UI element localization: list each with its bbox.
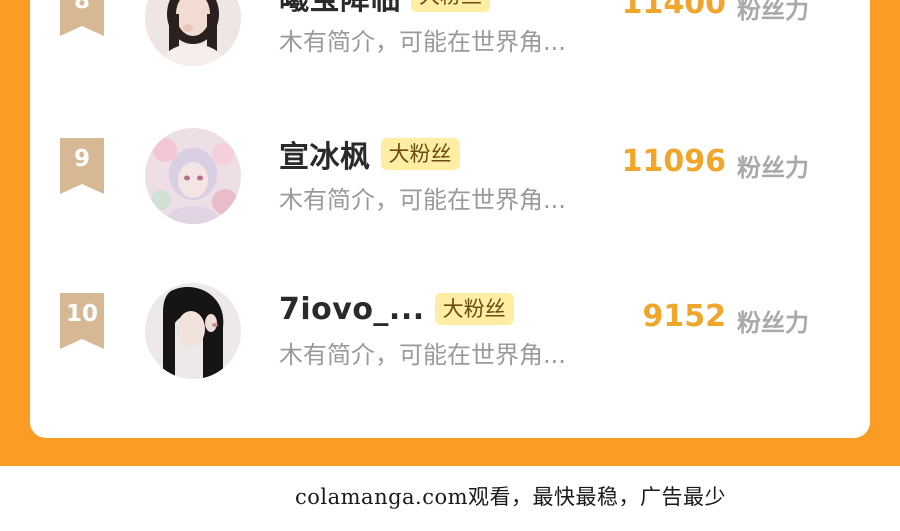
rank-number: 9 xyxy=(73,146,90,172)
fan-power-score: 9152 xyxy=(642,299,727,334)
user-avatar[interactable] xyxy=(145,0,241,66)
user-avatar[interactable] xyxy=(145,128,241,224)
rank-number: 8 xyxy=(73,0,90,14)
site-watermark: colamanga.com观看，最快最稳，广告最少 xyxy=(295,485,727,509)
user-name[interactable]: 7iovo_... xyxy=(279,292,425,327)
fan-power-score: 11096 xyxy=(621,144,726,179)
ranking-row-9[interactable]: 9 宣冰枫 大粉丝 木有简介，可能在世界角... 11096 粉丝力 xyxy=(30,128,870,224)
fan-power-score: 11400 xyxy=(621,0,726,21)
rank-badge: 9 xyxy=(60,138,104,194)
rank-badge: 8 xyxy=(60,0,104,36)
fan-power-unit: 粉丝力 xyxy=(737,0,809,24)
user-intro: 木有简介，可能在世界角... xyxy=(279,341,566,369)
name-line: 曦宝降临 大粉丝 xyxy=(279,0,490,17)
user-name[interactable]: 曦宝降临 xyxy=(279,0,401,18)
user-intro: 木有简介，可能在世界角... xyxy=(279,28,566,56)
rank-number: 10 xyxy=(65,301,98,327)
fan-level-tag: 大粉丝 xyxy=(411,0,490,12)
name-line: 宣冰枫 大粉丝 xyxy=(279,136,460,175)
user-name[interactable]: 宣冰枫 xyxy=(279,132,371,176)
user-avatar[interactable] xyxy=(145,283,241,379)
ranking-row-8[interactable]: 8 曦宝降临 大粉丝 木有简介，可能在世界角... 11400 粉丝力 xyxy=(30,0,870,66)
user-intro: 木有简介，可能在世界角... xyxy=(279,186,566,214)
fan-ranking-card: 8 曦宝降临 大粉丝 木有简介，可能在世界角... 11400 粉丝力 xyxy=(30,0,870,438)
fan-power-unit: 粉丝力 xyxy=(737,154,809,182)
name-line: 7iovo_... 大粉丝 xyxy=(279,291,514,327)
ranking-row-10[interactable]: 10 7iovo_... 大粉丝 木有简介，可能在世界角... 9152 粉丝力 xyxy=(30,283,870,379)
rank-badge: 10 xyxy=(60,293,104,349)
fan-level-tag: 大粉丝 xyxy=(434,293,514,325)
fan-level-tag: 大粉丝 xyxy=(380,138,460,170)
fan-power-unit: 粉丝力 xyxy=(737,309,809,337)
